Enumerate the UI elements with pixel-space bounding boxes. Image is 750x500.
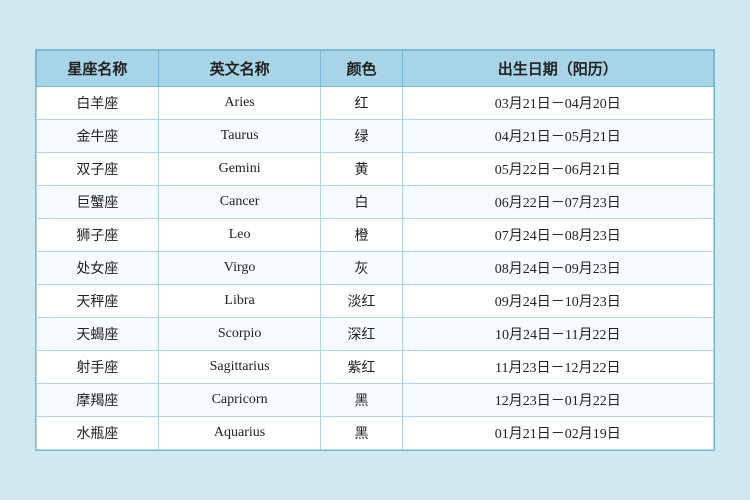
cell-en-name: Aries: [158, 87, 320, 120]
cell-cn-name: 水瓶座: [37, 417, 159, 450]
cell-en-name: Capricorn: [158, 384, 320, 417]
header-en-name: 英文名称: [158, 51, 320, 87]
cell-en-name: Sagittarius: [158, 351, 320, 384]
table-row: 射手座Sagittarius紫红11月23日－12月22日: [37, 351, 714, 384]
cell-date: 03月21日－04月20日: [402, 87, 713, 120]
cell-cn-name: 处女座: [37, 252, 159, 285]
header-cn-name: 星座名称: [37, 51, 159, 87]
table-row: 巨蟹座Cancer白06月22日－07月23日: [37, 186, 714, 219]
cell-cn-name: 白羊座: [37, 87, 159, 120]
cell-date: 09月24日－10月23日: [402, 285, 713, 318]
cell-cn-name: 天秤座: [37, 285, 159, 318]
cell-color: 紫红: [321, 351, 402, 384]
cell-date: 01月21日－02月19日: [402, 417, 713, 450]
header-date: 出生日期（阳历）: [402, 51, 713, 87]
table-row: 白羊座Aries红03月21日－04月20日: [37, 87, 714, 120]
cell-date: 11月23日－12月22日: [402, 351, 713, 384]
zodiac-table-wrapper: 星座名称 英文名称 颜色 出生日期（阳历） 白羊座Aries红03月21日－04…: [35, 49, 715, 451]
cell-color: 黑: [321, 384, 402, 417]
cell-cn-name: 天蝎座: [37, 318, 159, 351]
zodiac-table: 星座名称 英文名称 颜色 出生日期（阳历） 白羊座Aries红03月21日－04…: [36, 50, 714, 450]
table-row: 处女座Virgo灰08月24日－09月23日: [37, 252, 714, 285]
cell-cn-name: 狮子座: [37, 219, 159, 252]
table-row: 摩羯座Capricorn黑12月23日－01月22日: [37, 384, 714, 417]
cell-color: 黄: [321, 153, 402, 186]
header-color: 颜色: [321, 51, 402, 87]
cell-cn-name: 巨蟹座: [37, 186, 159, 219]
cell-color: 绿: [321, 120, 402, 153]
cell-en-name: Leo: [158, 219, 320, 252]
cell-color: 白: [321, 186, 402, 219]
table-row: 双子座Gemini黄05月22日－06月21日: [37, 153, 714, 186]
cell-cn-name: 金牛座: [37, 120, 159, 153]
cell-date: 10月24日－11月22日: [402, 318, 713, 351]
cell-color: 黑: [321, 417, 402, 450]
table-row: 天秤座Libra淡红09月24日－10月23日: [37, 285, 714, 318]
cell-cn-name: 摩羯座: [37, 384, 159, 417]
cell-date: 08月24日－09月23日: [402, 252, 713, 285]
cell-en-name: Gemini: [158, 153, 320, 186]
table-row: 水瓶座Aquarius黑01月21日－02月19日: [37, 417, 714, 450]
table-row: 天蝎座Scorpio深红10月24日－11月22日: [37, 318, 714, 351]
cell-en-name: Scorpio: [158, 318, 320, 351]
cell-color: 淡红: [321, 285, 402, 318]
cell-en-name: Cancer: [158, 186, 320, 219]
cell-en-name: Libra: [158, 285, 320, 318]
cell-color: 红: [321, 87, 402, 120]
table-row: 金牛座Taurus绿04月21日－05月21日: [37, 120, 714, 153]
cell-color: 深红: [321, 318, 402, 351]
table-header-row: 星座名称 英文名称 颜色 出生日期（阳历）: [37, 51, 714, 87]
cell-date: 05月22日－06月21日: [402, 153, 713, 186]
table-row: 狮子座Leo橙07月24日－08月23日: [37, 219, 714, 252]
cell-color: 灰: [321, 252, 402, 285]
cell-en-name: Aquarius: [158, 417, 320, 450]
cell-cn-name: 双子座: [37, 153, 159, 186]
cell-date: 06月22日－07月23日: [402, 186, 713, 219]
cell-en-name: Virgo: [158, 252, 320, 285]
cell-cn-name: 射手座: [37, 351, 159, 384]
cell-date: 04月21日－05月21日: [402, 120, 713, 153]
cell-date: 07月24日－08月23日: [402, 219, 713, 252]
cell-color: 橙: [321, 219, 402, 252]
cell-date: 12月23日－01月22日: [402, 384, 713, 417]
cell-en-name: Taurus: [158, 120, 320, 153]
